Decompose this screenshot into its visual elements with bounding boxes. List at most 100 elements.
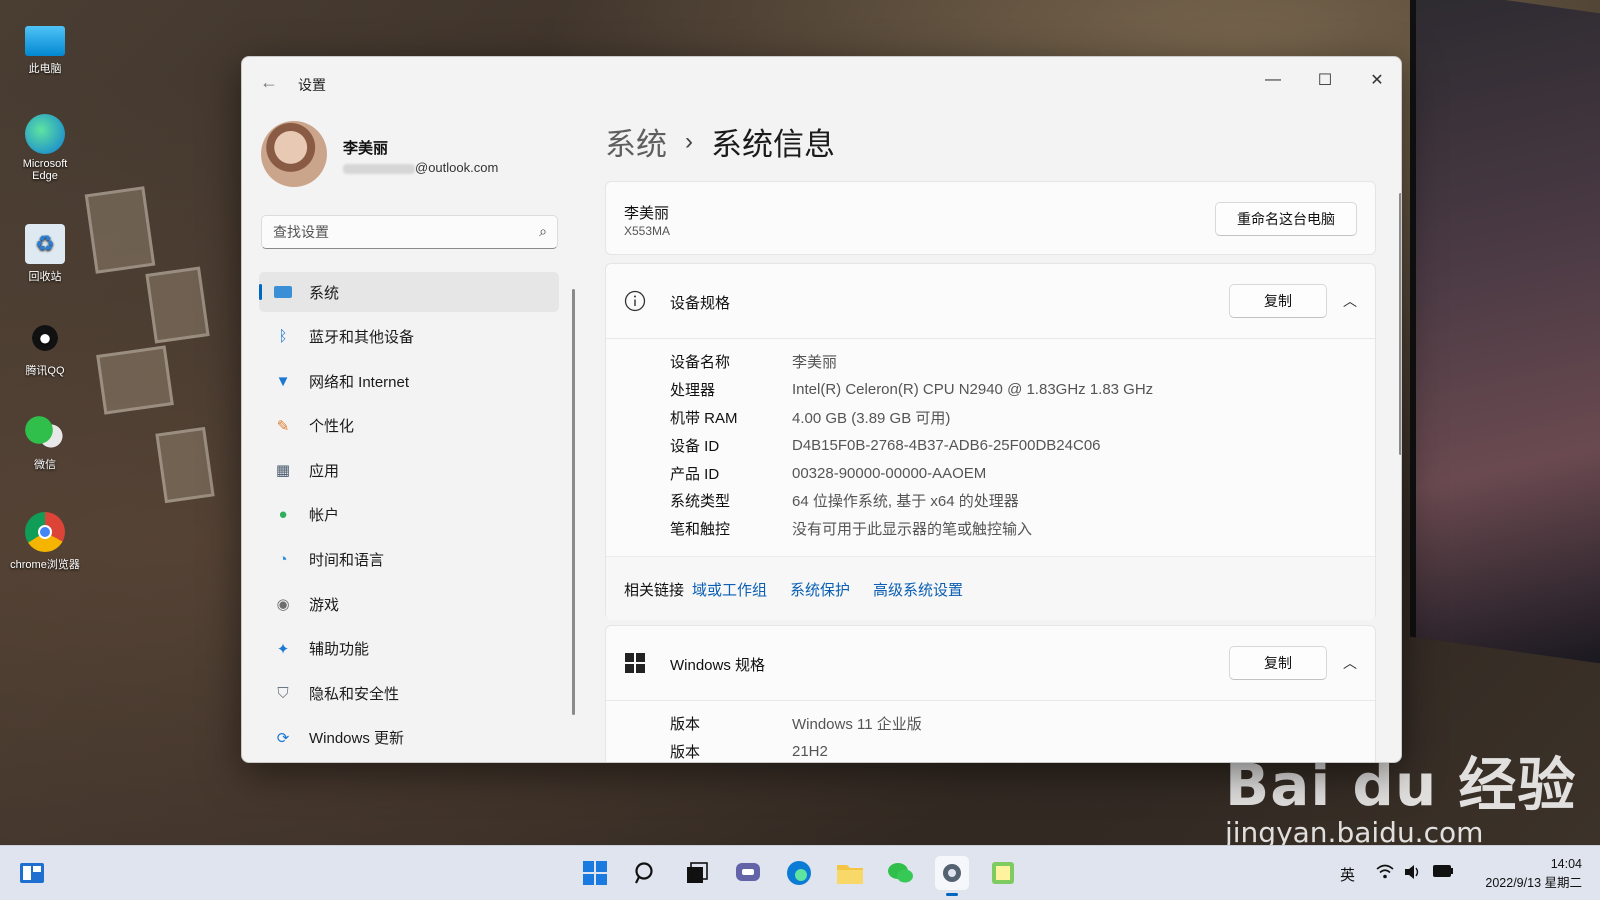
spec-key: 笔和触控 [670,521,731,539]
spec-row: 处理器 Intel(R) Celeron(R) CPU N2940 @ 1.83G… [670,376,1153,404]
spec-value: 没有可用于此显示器的笔或触控输入 [792,521,1033,539]
nav-item-bluetooth[interactable]: ᛒ 蓝牙和其他设备 [259,317,559,357]
chevron-up-icon[interactable]: ︿ [1343,653,1357,673]
task-view-icon[interactable] [680,856,714,890]
wallpaper-monitor [1410,0,1600,664]
recycle-bin-icon: ♻ [25,224,65,264]
wallpaper-photo [84,186,156,274]
nav-label: 网络和 Internet [309,373,410,391]
nav-label: 游戏 [309,596,340,614]
window-title: 设置 [298,77,326,93]
nav-scrollbar[interactable] [572,289,575,715]
desktop-icon-qq[interactable]: ● 腾讯QQ [10,318,80,378]
start-icon[interactable] [578,856,612,890]
desktop-icon-label: 腾讯QQ [25,365,65,377]
link-domain-workgroup[interactable]: 域或工作组 [692,579,767,600]
search-icon[interactable] [629,856,663,890]
info-icon [624,290,646,312]
spec-value: 李美丽 [792,354,838,372]
nav-item-network[interactable]: ▼ 网络和 Internet [259,361,559,401]
back-arrow-icon[interactable]: ← [258,71,280,93]
minimize-button[interactable]: — [1249,63,1297,97]
search-box[interactable]: ⌕ [261,215,558,249]
desktop-icon-label: Microsoft Edge [22,158,68,182]
avatar[interactable] [261,121,327,187]
desktop-icon-edge[interactable]: Microsoft Edge [10,114,80,182]
nav-label: 应用 [309,462,340,480]
copy-device-specs-button[interactable]: 复制 [1229,284,1327,318]
nav-item-privacy[interactable]: ⛉ 隐私和安全性 [259,673,559,713]
maximize-button[interactable]: ☐ [1301,63,1349,97]
file-explorer-icon[interactable] [833,856,867,890]
wifi-icon[interactable] [1376,864,1394,884]
spec-key: 版本 [670,744,701,762]
spec-row: 版本 21H2 [670,738,922,762]
windows-specs-title: Windows 规格 [670,657,766,674]
clock-date: 2022/9/13 星期二 [1485,876,1582,890]
nav-item-accessibility[interactable]: ✦ 辅助功能 [259,629,559,669]
wallpaper-photo [96,345,174,415]
breadcrumb-parent[interactable]: 系统 [605,119,667,164]
title-bar[interactable]: ← 设置 — ☐ ✕ [242,57,1401,107]
nav-label: 隐私和安全性 [309,685,400,703]
search-input[interactable] [273,224,523,240]
link-system-protection[interactable]: 系统保护 [790,579,850,600]
spec-value: 64 位操作系统, 基于 x64 的处理器 [792,493,1019,511]
related-links: 相关链接 域或工作组 系统保护 高级系统设置 [606,556,1375,620]
settings-window: ← 设置 — ☐ ✕ 李美丽 @outlook.com ⌕ 系统 ᛒ 蓝牙和其他… [241,56,1402,763]
chat-icon[interactable] [731,856,765,890]
volume-icon[interactable] [1404,864,1422,884]
link-advanced-system-settings[interactable]: 高级系统设置 [873,579,963,600]
content-scrollbar[interactable] [1399,193,1401,455]
search-icon[interactable]: ⌕ [539,223,547,240]
nav-item-windows-update[interactable]: ⟳ Windows 更新 [259,718,559,758]
nav-item-time-language[interactable]: ◔ 时间和语言 [259,540,559,580]
nav-item-system[interactable]: 系统 [259,272,559,312]
account-icon: ● [278,506,288,524]
account-email-suffix: @outlook.com [415,160,499,175]
update-icon: ⟳ [276,729,290,747]
edge-icon [25,114,65,154]
nav-item-accounts[interactable]: ● 帐户 [259,495,559,535]
account-name: 李美丽 [343,140,389,157]
device-specs-header[interactable]: 设备规格 复制 ︿ [606,264,1375,338]
spec-key: 处理器 [670,382,716,400]
close-button[interactable]: ✕ [1353,63,1401,97]
windows-specs-header[interactable]: Windows 规格 复制 ︿ [606,626,1375,700]
spec-value: D4B15F0B-2768-4B37-ADB6-25F00DB24C06 [792,436,1101,454]
account-email: @outlook.com [343,160,498,175]
nav-item-personalization[interactable]: ✎ 个性化 [259,406,559,446]
system-icon [273,282,293,302]
nav-label: 个性化 [309,418,355,436]
paint-icon[interactable] [986,856,1020,890]
spec-row: 笔和触控 没有可用于此显示器的笔或触控输入 [670,515,1153,543]
chrome-icon [25,512,65,552]
desktop-icon-label: chrome浏览器 [10,559,80,571]
spec-key: 版本 [670,716,701,734]
desktop-icon-this-pc[interactable]: 此电脑 [10,26,80,76]
clock-time: 14:04 [1550,857,1582,871]
system-clock[interactable]: 14:04 2022/9/13 星期二 [1485,855,1582,893]
desktop-icon-wechat[interactable]: 微信 [10,412,80,472]
chevron-up-icon[interactable]: ︿ [1343,291,1357,311]
nav-label: 辅助功能 [309,641,370,659]
desktop-icon-chrome[interactable]: chrome浏览器 [10,512,80,572]
widgets-icon[interactable] [15,856,49,890]
battery-icon[interactable] [1432,864,1454,882]
edge-icon[interactable] [782,856,816,890]
desktop-icon-recycle-bin[interactable]: ♻ 回收站 [10,224,80,284]
input-method-indicator[interactable]: 英 [1340,864,1355,885]
nav-item-gaming[interactable]: ◉ 游戏 [259,584,559,624]
wechat-icon [25,412,65,452]
spec-value: Intel(R) Celeron(R) CPU N2940 @ 1.83GHz … [792,381,1154,399]
wechat-icon[interactable] [884,856,918,890]
nav-item-apps[interactable]: ▦ 应用 [259,450,559,490]
shield-icon: ⛉ [277,684,289,702]
spec-row: 设备名称 李美丽 [670,348,1153,376]
windows-logo-icon [625,653,645,673]
settings-icon[interactable] [935,856,969,896]
rename-pc-button[interactable]: 重命名这台电脑 [1215,202,1357,236]
globe-clock-icon: ◔ [278,551,288,569]
copy-windows-specs-button[interactable]: 复制 [1229,646,1327,680]
nav-label: 帐户 [309,507,340,525]
